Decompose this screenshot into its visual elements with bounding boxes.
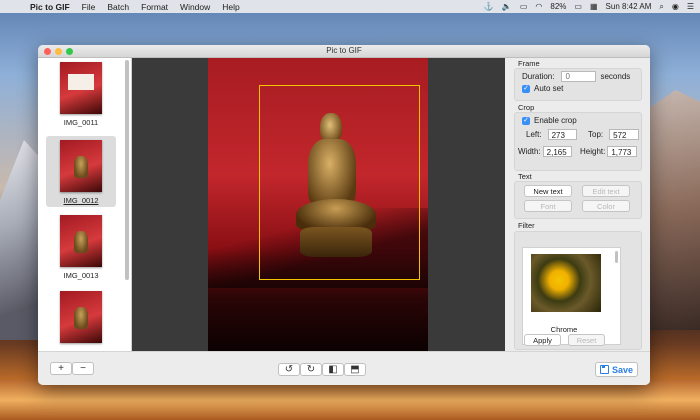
crop-top-row: Top: 572 bbox=[588, 129, 640, 140]
filter-name: Chrome bbox=[550, 325, 578, 334]
duration-unit: seconds bbox=[600, 72, 631, 81]
thumbnail-item-selected[interactable]: IMG_0012 bbox=[46, 136, 116, 207]
save-button[interactable]: Save bbox=[595, 362, 638, 377]
clock[interactable]: Sun 8:42 AM bbox=[606, 2, 652, 11]
crop-top-label: Top: bbox=[588, 130, 604, 139]
menu-format[interactable]: Format bbox=[141, 2, 168, 12]
settings-panel: Frame Duration: seconds ✓ Auto set Crop … bbox=[506, 58, 650, 351]
duration-label: Duration: bbox=[522, 72, 555, 81]
minimize-button[interactable] bbox=[55, 48, 62, 55]
new-text-button[interactable]: New text bbox=[524, 185, 572, 197]
crop-height-row: Height: 1,773 bbox=[580, 146, 638, 157]
filter-list[interactable]: Chrome bbox=[522, 247, 621, 345]
save-icon bbox=[599, 365, 609, 374]
menu-app-name[interactable]: Pic to GIF bbox=[30, 2, 70, 12]
close-button[interactable] bbox=[44, 48, 51, 55]
thumbnail-image bbox=[60, 291, 102, 343]
save-label: Save bbox=[611, 364, 634, 375]
duration-input[interactable] bbox=[561, 71, 597, 82]
filter-scrollbar[interactable] bbox=[615, 251, 618, 263]
thumbnail-image bbox=[60, 215, 102, 267]
frame-section-title: Frame bbox=[518, 59, 540, 68]
volume-icon[interactable]: 🔈 bbox=[502, 2, 512, 11]
thumbnail-label: IMG_0012 bbox=[63, 196, 99, 205]
search-icon[interactable]: ⌕ bbox=[659, 2, 663, 12]
remove-image-button[interactable]: − bbox=[72, 362, 94, 375]
crop-width-input[interactable]: 2,165 bbox=[542, 146, 572, 157]
crop-height-input[interactable]: 1,773 bbox=[607, 146, 638, 157]
title-bar[interactable]: Pic to GIF bbox=[38, 45, 650, 58]
crop-section-title: Crop bbox=[518, 103, 535, 112]
bottom-toolbar: + − ↺ ↻ ◧ ⬒ Save bbox=[38, 351, 650, 385]
menu-bar: Pic to GIF File Batch Format Window Help… bbox=[0, 0, 700, 13]
flip-vertical-icon[interactable]: ⬒ bbox=[344, 363, 366, 376]
user-icon[interactable]: ◉ bbox=[672, 2, 679, 11]
thumbnail-scrollbar[interactable] bbox=[125, 60, 129, 280]
thumbnail-label: IMG_0013 bbox=[63, 271, 99, 280]
crop-height-label: Height: bbox=[580, 147, 606, 156]
flag-icon[interactable]: ▦ bbox=[590, 2, 598, 11]
thumbnail-image bbox=[60, 140, 102, 192]
duration-row: Duration: seconds bbox=[522, 71, 630, 82]
text-section-title: Text bbox=[518, 172, 532, 181]
crop-rectangle[interactable] bbox=[259, 85, 420, 280]
menu-help[interactable]: Help bbox=[222, 2, 239, 12]
rotate-left-icon[interactable]: ↺ bbox=[278, 363, 300, 376]
auto-set-label: Auto set bbox=[534, 84, 564, 93]
color-button[interactable]: Color bbox=[582, 200, 630, 212]
edit-text-button[interactable]: Edit text bbox=[582, 185, 630, 197]
airplay-icon[interactable]: ▭ bbox=[520, 2, 528, 11]
menu-window[interactable]: Window bbox=[180, 2, 210, 12]
thumbnail-item[interactable]: IMG_0011 bbox=[46, 62, 116, 127]
checkbox-icon[interactable]: ✓ bbox=[522, 84, 530, 93]
app-window: Pic to GIF IMG_0011 IMG_0012 IMG_0013 Fr… bbox=[38, 45, 650, 385]
window-controls bbox=[44, 48, 73, 55]
battery-percent[interactable]: 82% bbox=[550, 2, 566, 11]
rotate-right-icon[interactable]: ↻ bbox=[300, 363, 322, 376]
wifi-icon[interactable]: ◠ bbox=[535, 2, 542, 11]
preview-image bbox=[208, 58, 428, 351]
thumbnail-image bbox=[60, 62, 102, 114]
checkbox-icon[interactable]: ✓ bbox=[522, 116, 530, 125]
enable-crop-label: Enable crop bbox=[534, 116, 577, 125]
thumbnail-item[interactable] bbox=[46, 291, 116, 343]
font-button[interactable]: Font bbox=[524, 200, 572, 212]
thumbnail-label: IMG_0011 bbox=[63, 118, 99, 127]
apply-filter-button[interactable]: Apply bbox=[524, 334, 561, 346]
reset-filter-button[interactable]: Reset bbox=[568, 334, 605, 346]
filter-preview-image[interactable] bbox=[531, 254, 601, 312]
crop-left-input[interactable]: 273 bbox=[547, 129, 577, 140]
preview-canvas bbox=[132, 58, 505, 351]
enable-crop-row[interactable]: ✓ Enable crop bbox=[522, 116, 577, 125]
add-image-button[interactable]: + bbox=[50, 362, 72, 375]
crop-left-row: Left: 273 bbox=[526, 129, 577, 140]
desktop-shore bbox=[0, 380, 700, 420]
thumbnail-item[interactable]: IMG_0013 bbox=[46, 215, 116, 280]
crop-width-label: Width: bbox=[518, 147, 541, 156]
list-icon[interactable]: ☰ bbox=[687, 2, 694, 11]
thumbnail-list[interactable]: IMG_0011 IMG_0012 IMG_0013 bbox=[38, 58, 132, 351]
window-title: Pic to GIF bbox=[326, 46, 362, 55]
crop-left-label: Left: bbox=[526, 130, 542, 139]
flip-horizontal-icon[interactable]: ◧ bbox=[322, 363, 344, 376]
status-icon[interactable]: ⚓ bbox=[484, 2, 494, 11]
battery-icon[interactable]: ▭ bbox=[574, 2, 582, 11]
menu-file[interactable]: File bbox=[82, 2, 96, 12]
menu-batch[interactable]: Batch bbox=[107, 2, 129, 12]
filter-section-title: Filter bbox=[518, 221, 535, 230]
crop-width-row: Width: 2,165 bbox=[518, 146, 572, 157]
crop-top-input[interactable]: 572 bbox=[609, 129, 640, 140]
maximize-button[interactable] bbox=[66, 48, 73, 55]
menubar-status: ⚓ 🔈 ▭ ◠ 82% ▭ ▦ Sun 8:42 AM ⌕ ◉ ☰ bbox=[484, 0, 694, 13]
auto-set-row[interactable]: ✓ Auto set bbox=[522, 84, 563, 93]
